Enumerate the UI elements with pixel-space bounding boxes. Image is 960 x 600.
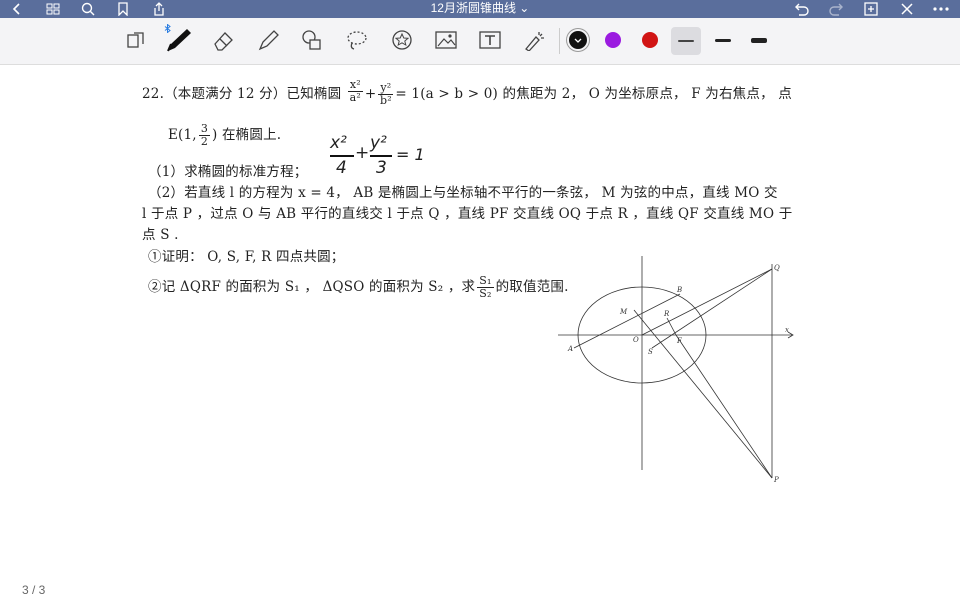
document-title[interactable]: 12月浙圆锥曲线 ⌄ bbox=[0, 0, 960, 17]
page-indicator: 3 / 3 bbox=[22, 583, 46, 597]
question-part-2-line-2: l 于点 P ，过点 O 与 AB 平行的直线交 l 于点 Q ，直线 PF 交… bbox=[142, 206, 793, 222]
laser-pointer-icon[interactable] bbox=[520, 26, 548, 54]
add-page-icon[interactable] bbox=[860, 0, 882, 18]
hand-y2: y² bbox=[370, 133, 387, 153]
hand-three: 3 bbox=[376, 158, 387, 178]
document-page[interactable]: 22.（本题满分 12 分）已知椭圆 x² a² + y² b² = 1(a > b > … bbox=[0, 65, 960, 600]
redo-icon[interactable] bbox=[826, 0, 848, 18]
image-icon[interactable] bbox=[432, 26, 460, 54]
segment-rf bbox=[666, 317, 677, 336]
question-part-1: （1）求椭圆的标准方程； bbox=[148, 164, 308, 180]
close-icon[interactable] bbox=[896, 0, 918, 18]
hand-fraction-bar-2 bbox=[370, 155, 392, 157]
drawing-toolbar bbox=[0, 18, 960, 65]
label-m: M bbox=[619, 308, 628, 316]
color-red-swatch[interactable] bbox=[642, 32, 658, 48]
text-box-icon[interactable] bbox=[476, 26, 504, 54]
label-o: O bbox=[633, 336, 639, 344]
hand-plus: + bbox=[355, 143, 370, 163]
bluetooth-icon bbox=[163, 23, 171, 33]
label-p: P bbox=[773, 476, 779, 484]
hand-x2: x² bbox=[330, 133, 347, 153]
stroke-thick[interactable] bbox=[751, 38, 767, 43]
lasso-icon[interactable] bbox=[343, 26, 371, 54]
line-qf bbox=[651, 268, 773, 349]
label-s: S bbox=[648, 348, 653, 356]
color-black-swatch[interactable] bbox=[569, 31, 587, 49]
stroke-thin-selected[interactable] bbox=[671, 27, 701, 55]
label-a: A bbox=[567, 345, 573, 353]
label-x: x bbox=[785, 326, 789, 334]
highlighter-icon[interactable] bbox=[254, 26, 282, 54]
ellipse-figure: A B M O S F R Q P x bbox=[558, 256, 794, 484]
line-oq bbox=[641, 268, 773, 336]
question-line-2: E(1, 3 2) 在椭圆上. bbox=[168, 122, 282, 148]
stroke-medium[interactable] bbox=[715, 39, 731, 42]
undo-icon[interactable] bbox=[790, 0, 812, 18]
hand-four: 4 bbox=[336, 158, 347, 178]
question-line-1: 22.（本题满分 12 分）已知椭圆 x² a² + y² b² = 1(a > b > … bbox=[142, 78, 792, 107]
lasso-read-icon[interactable] bbox=[122, 26, 150, 54]
more-icon[interactable] bbox=[930, 0, 952, 18]
eraser-icon[interactable] bbox=[210, 26, 238, 54]
color-purple-swatch[interactable] bbox=[605, 32, 621, 48]
question-part-2-line-3: 点 S . bbox=[142, 227, 179, 243]
question-sub-1: ①证明： O, S, F, R 四点共圆； bbox=[148, 249, 345, 265]
question-part-2-line-1: （2）若直线 l 的方程为 x = 4， AB 是椭圆上与坐标轴不平行的一条弦，… bbox=[148, 185, 778, 201]
line-pf bbox=[675, 334, 773, 479]
hand-fraction-bar-1 bbox=[330, 155, 354, 157]
question-sub-2: ②记 ΔQRF 的面积为 S₁ ， ΔQSO 的面积为 S₂ ，求 S₁ S₂ 的取值… bbox=[148, 274, 569, 300]
top-bar: 12月浙圆锥曲线 ⌄ bbox=[0, 0, 960, 18]
shapes-icon[interactable] bbox=[298, 26, 326, 54]
sticker-icon[interactable] bbox=[388, 26, 416, 54]
label-b: B bbox=[676, 286, 682, 294]
label-r: R bbox=[663, 310, 670, 318]
hand-equals-one: = 1 bbox=[396, 145, 425, 164]
handwritten-answer: x² 4 + y² 3 = 1 bbox=[328, 133, 428, 181]
label-q: Q bbox=[774, 264, 780, 272]
toolbar-divider bbox=[559, 28, 560, 54]
